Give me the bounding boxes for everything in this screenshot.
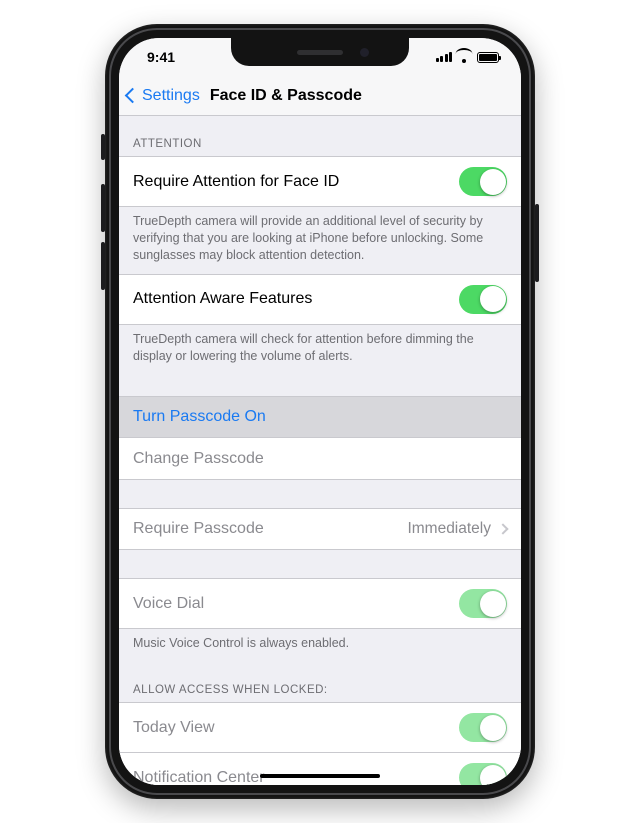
cell-turn-passcode-on[interactable]: Turn Passcode On (119, 396, 521, 438)
battery-icon (477, 52, 499, 63)
value-require-passcode: Immediately (407, 520, 491, 538)
label-turn-passcode-on: Turn Passcode On (133, 408, 266, 426)
cell-require-attention[interactable]: Require Attention for Face ID (119, 156, 521, 207)
page-title: Face ID & Passcode (210, 87, 362, 105)
cell-attention-aware[interactable]: Attention Aware Features (119, 274, 521, 325)
toggle-attention-aware[interactable] (459, 285, 507, 314)
section-header-allow-access: Allow Access When Locked: (119, 662, 521, 702)
chevron-left-icon (125, 88, 141, 104)
label-change-passcode: Change Passcode (133, 450, 264, 468)
cell-require-passcode[interactable]: Require Passcode Immediately (119, 508, 521, 550)
cell-change-passcode[interactable]: Change Passcode (119, 438, 521, 480)
back-button[interactable]: Settings (127, 87, 200, 105)
screen: 9:41 Settings Face ID & Passcode Attenti… (119, 38, 521, 785)
label-attention-aware: Attention Aware Features (133, 290, 312, 308)
toggle-today-view[interactable] (459, 713, 507, 742)
cell-notification-center[interactable]: Notification Center (119, 753, 521, 785)
volume-down-button (101, 242, 105, 290)
notch (231, 38, 409, 66)
volume-up-button (101, 184, 105, 232)
home-indicator[interactable] (260, 774, 380, 778)
footer-attention-aware: TrueDepth camera will check for attentio… (119, 324, 521, 375)
toggle-notification-center[interactable] (459, 763, 507, 785)
iphone-device-frame: 9:41 Settings Face ID & Passcode Attenti… (105, 24, 535, 799)
footer-require-attention: TrueDepth camera will provide an additio… (119, 206, 521, 274)
toggle-require-attention[interactable] (459, 167, 507, 196)
cell-voice-dial[interactable]: Voice Dial (119, 578, 521, 629)
status-time: 9:41 (147, 49, 175, 65)
settings-content[interactable]: Attention Require Attention for Face ID … (119, 116, 521, 785)
label-today-view: Today View (133, 719, 215, 737)
label-notification-center: Notification Center (133, 769, 265, 785)
power-button (535, 204, 539, 282)
section-header-attention: Attention (119, 116, 521, 156)
cellular-signal-icon (436, 52, 453, 62)
wifi-icon (457, 52, 472, 63)
toggle-voice-dial[interactable] (459, 589, 507, 618)
label-require-passcode: Require Passcode (133, 520, 264, 538)
label-voice-dial: Voice Dial (133, 595, 204, 613)
mute-switch (101, 134, 105, 160)
navigation-bar: Settings Face ID & Passcode (119, 76, 521, 116)
cell-today-view[interactable]: Today View (119, 702, 521, 753)
footer-voice-dial: Music Voice Control is always enabled. (119, 628, 521, 662)
back-label: Settings (142, 87, 200, 105)
label-require-attention: Require Attention for Face ID (133, 173, 339, 191)
chevron-right-icon (497, 524, 508, 535)
